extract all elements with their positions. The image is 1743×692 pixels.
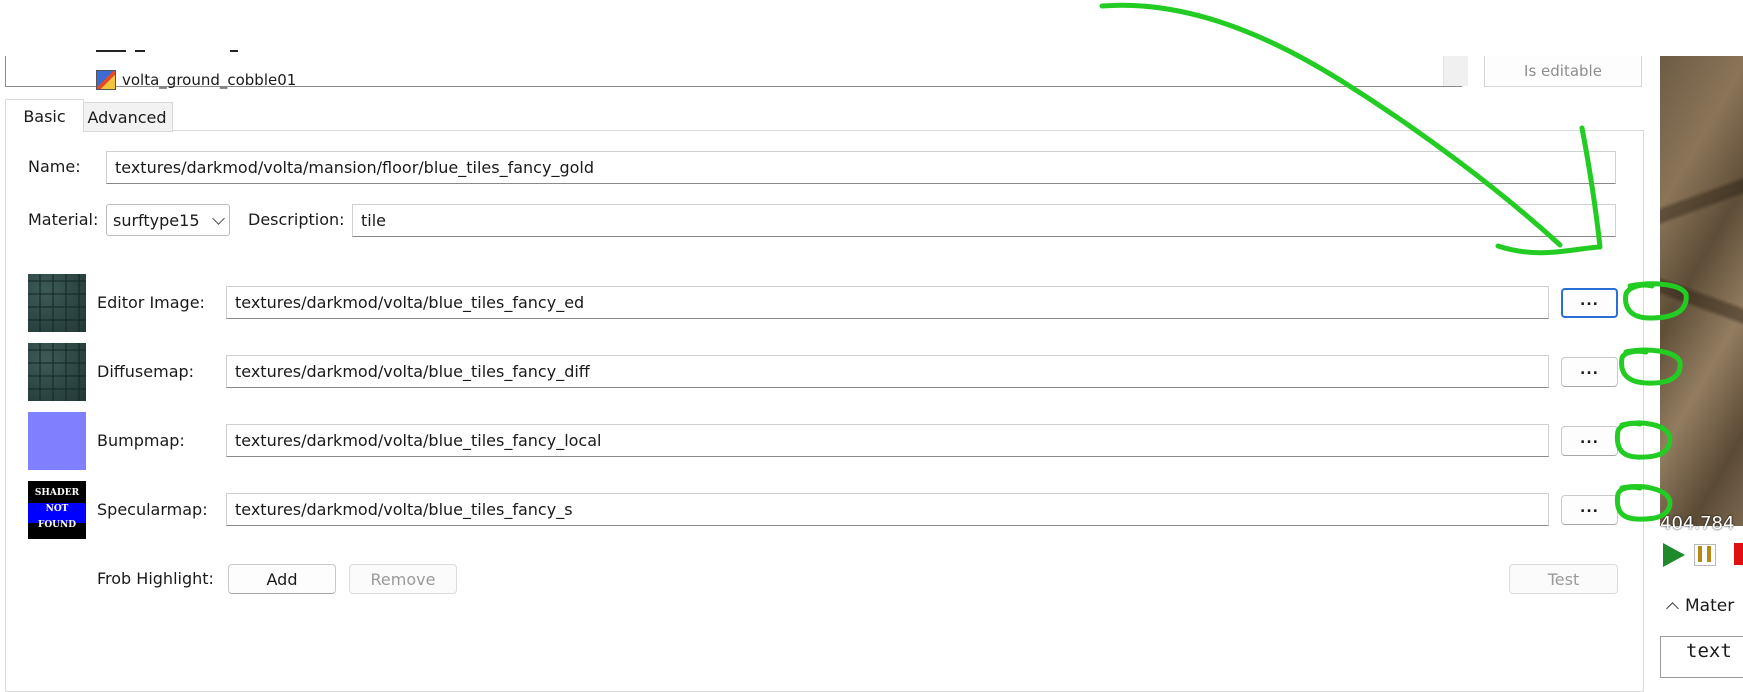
material-source-text: text: [1686, 640, 1732, 662]
chevron-up-icon: [1666, 602, 1679, 615]
shader-not-found-text: NOT: [45, 504, 69, 514]
render-preview-viewport[interactable]: [1660, 56, 1743, 526]
texture-tree-scrollbar[interactable]: [1443, 56, 1468, 86]
diffusemap-input[interactable]: textures/darkmod/volta/blue_tiles_fancy_…: [226, 355, 1549, 388]
frob-highlight-label: Frob Highlight:: [97, 569, 214, 588]
browse-label: ...: [1580, 293, 1599, 309]
is-editable-button[interactable]: Is editable: [1484, 56, 1642, 87]
clipped-list-text: [230, 50, 238, 52]
bumpmap-browse-button[interactable]: ...: [1561, 426, 1618, 456]
shader-not-found-text: FOUND: [37, 520, 77, 530]
material-label: Material:: [28, 210, 99, 229]
test-button[interactable]: Test: [1509, 564, 1618, 594]
editor-image-thumbnail: [28, 274, 86, 332]
diffusemap-thumbnail: [28, 343, 86, 401]
specularmap-browse-button[interactable]: ...: [1561, 495, 1618, 525]
editor-image-browse-button[interactable]: ...: [1561, 288, 1618, 318]
diffusemap-label: Diffusemap:: [97, 362, 195, 381]
editor-image-input[interactable]: textures/darkmod/volta/blue_tiles_fancy_…: [226, 286, 1549, 319]
tab-basic[interactable]: Basic: [5, 99, 84, 132]
pause-icon: [1698, 546, 1711, 562]
bumpmap-thumbnail: [28, 412, 86, 470]
material-select-value: surftype15: [113, 210, 200, 230]
bumpmap-label: Bumpmap:: [97, 431, 185, 450]
bumpmap-input[interactable]: textures/darkmod/volta/blue_tiles_fancy_…: [226, 424, 1549, 457]
material-select[interactable]: surftype15: [106, 204, 230, 236]
editor-image-label: Editor Image:: [97, 293, 205, 312]
tab-advanced[interactable]: Advanced: [82, 102, 173, 132]
name-input[interactable]: textures/darkmod/volta/mansion/floor/blu…: [106, 151, 1616, 184]
diffusemap-browse-button[interactable]: ...: [1561, 357, 1618, 387]
list-item[interactable]: volta_ground_cobble01: [96, 69, 296, 91]
viewport-coordinate: 404.784: [1660, 513, 1735, 534]
shader-not-found-text: SHADER: [34, 488, 80, 498]
browse-label: ...: [1580, 500, 1599, 516]
material-section-label: Mater: [1685, 596, 1735, 616]
clipped-list-text: [96, 50, 126, 52]
description-input[interactable]: tile: [352, 204, 1616, 237]
browse-label: ...: [1580, 362, 1599, 378]
frob-add-button[interactable]: Add: [228, 564, 336, 594]
stop-icon[interactable]: [1734, 543, 1743, 565]
frob-remove-button[interactable]: Remove: [349, 564, 457, 594]
browse-label: ...: [1580, 431, 1599, 447]
specularmap-input[interactable]: textures/darkmod/volta/blue_tiles_fancy_…: [226, 493, 1549, 526]
specularmap-label: Specularmap:: [97, 500, 208, 519]
clipped-list-text: [135, 50, 145, 52]
description-label: Description:: [248, 210, 345, 229]
play-icon[interactable]: [1663, 543, 1685, 567]
name-label: Name:: [28, 157, 81, 176]
material-file-icon: [96, 70, 116, 90]
specularmap-thumbnail: SHADER NOT FOUND: [28, 481, 86, 539]
chevron-down-icon: [212, 211, 225, 225]
list-item-label: volta_ground_cobble01: [122, 71, 297, 89]
material-section-header[interactable]: Mater: [1666, 596, 1735, 616]
